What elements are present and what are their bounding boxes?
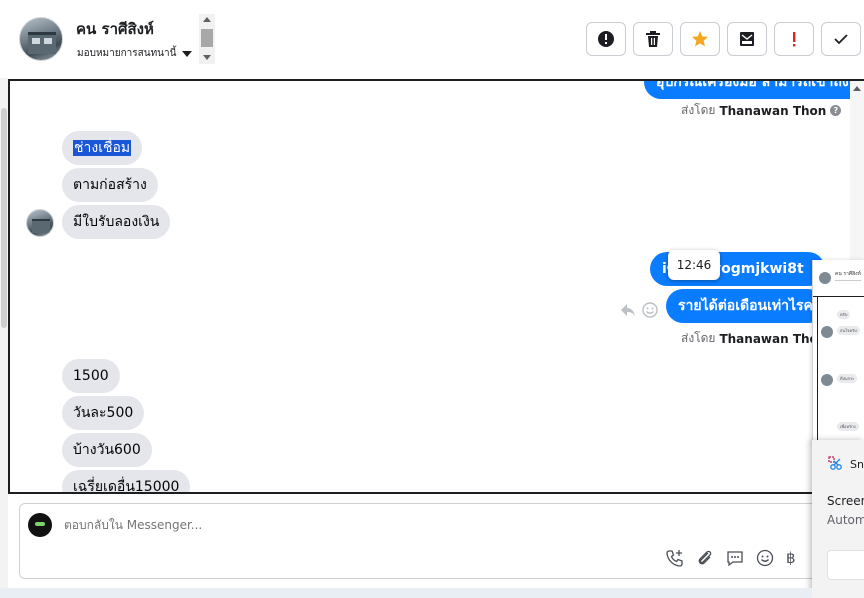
- mark-important-button[interactable]: [774, 22, 814, 56]
- caret-down-icon: [182, 50, 193, 57]
- attachment-icon[interactable]: [696, 549, 714, 567]
- assign-conversation-dropdown[interactable]: มอบหมายการสนทนานี้: [77, 46, 193, 61]
- conversation-toolbar: [586, 22, 861, 56]
- help-icon[interactable]: ?: [830, 105, 842, 116]
- mail-block-icon: [740, 32, 754, 46]
- snipping-tool-icon: [828, 456, 842, 470]
- conversation-preview-thumbnail: คน ราศีสิงห์ ครับ สนใจครับ ดีสมกระ เพื่อ…: [812, 260, 864, 445]
- timestamp-tooltip: 12:46: [668, 250, 720, 280]
- header-scrollbar[interactable]: [199, 14, 215, 64]
- incoming-message[interactable]: มีใบรับลองเงิน: [62, 205, 171, 239]
- star-button[interactable]: [680, 22, 720, 56]
- snip-preview-box[interactable]: [827, 550, 864, 580]
- snip-submessage: Automatically saved to screenshots folde…: [827, 513, 864, 527]
- sent-by-label: ส่งโดย Thanawan Thon ?: [681, 101, 842, 120]
- snipping-tool-notification[interactable]: Snipping Tool Screenshot copied to clipb…: [812, 440, 864, 598]
- page-scroll-thumb[interactable]: [1, 108, 7, 328]
- message-thread: อุปกรณ์เครื่องมือ สามารถเข้าถึงได้ ส่งโด…: [8, 79, 864, 494]
- snip-message: Screenshot copied to clipboard: [827, 494, 864, 508]
- react-emoji-icon[interactable]: [642, 302, 658, 318]
- call-add-icon[interactable]: [666, 549, 684, 567]
- assign-label: มอบหมายการสนทนานี้: [77, 48, 177, 59]
- reply-input[interactable]: [64, 518, 664, 532]
- contact-avatar[interactable]: [19, 17, 63, 61]
- preview-avatar: [819, 272, 831, 284]
- incoming-message[interactable]: 1500: [62, 359, 120, 393]
- trash-icon: [646, 31, 660, 47]
- incoming-message[interactable]: ตามก่อสร้าง: [62, 168, 158, 202]
- emoji-icon[interactable]: [756, 549, 774, 567]
- outgoing-message[interactable]: รายได้ต่อเดือนเท่าไรคะ: [666, 289, 825, 323]
- page-avatar: [28, 513, 52, 537]
- contact-name[interactable]: คน ราศีสิงห์: [76, 17, 154, 41]
- scroll-up-icon[interactable]: [853, 86, 861, 91]
- incoming-message[interactable]: บ้างวัน600: [62, 433, 152, 467]
- move-to-spam-button[interactable]: [727, 22, 767, 56]
- reply-composer: ฿: [19, 503, 819, 579]
- conversation-header: คน ราศีสิงห์ มอบหมายการสนทนานี้: [0, 0, 864, 78]
- exclamation-icon: [793, 32, 796, 47]
- page-scrollbar[interactable]: [0, 78, 8, 598]
- composer-tools: ฿: [666, 548, 796, 568]
- bottom-strip: [0, 588, 812, 598]
- sender-avatar[interactable]: [26, 209, 54, 237]
- scroll-down-icon[interactable]: [203, 55, 211, 60]
- outgoing-message[interactable]: อุปกรณ์เครื่องมือ สามารถเข้าถึงได้: [644, 81, 864, 99]
- inbox-page: คน ราศีสิงห์ มอบหมายการสนทนานี้ อุปกรณ์เ…: [0, 0, 864, 598]
- exclamation-circle-icon: [598, 31, 614, 47]
- scroll-thumb[interactable]: [201, 29, 213, 47]
- check-icon: [834, 34, 848, 45]
- incoming-message[interactable]: วันละ500: [62, 396, 145, 430]
- snip-title: Snipping Tool: [850, 458, 864, 471]
- delete-button[interactable]: [633, 22, 673, 56]
- star-icon: [692, 31, 708, 47]
- payment-baht-icon[interactable]: ฿: [786, 548, 796, 568]
- scroll-up-icon[interactable]: [203, 17, 211, 22]
- incoming-message[interactable]: ช่างเชื่อม: [62, 131, 143, 165]
- incoming-message[interactable]: เฉรี่ยเดอื่น15000: [62, 470, 191, 492]
- reply-icon[interactable]: [620, 303, 636, 317]
- sent-by-label: ส่งโดย Thanawan Thon: [681, 331, 827, 346]
- mark-done-button[interactable]: [821, 22, 861, 56]
- message-actions: [620, 302, 658, 318]
- saved-replies-icon[interactable]: [726, 549, 744, 567]
- report-spam-button[interactable]: [586, 22, 626, 56]
